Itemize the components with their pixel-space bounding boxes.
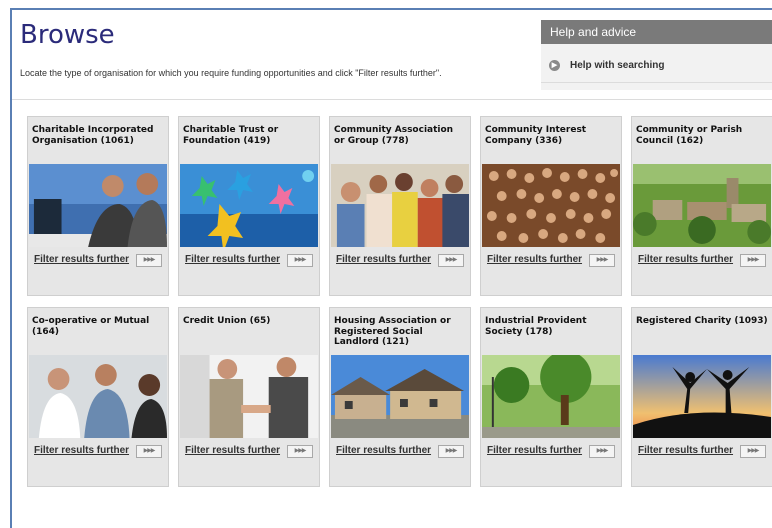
village-photo xyxy=(633,164,771,247)
card-title: Registered Charity (1093) xyxy=(636,316,768,326)
park-tree-photo xyxy=(482,355,620,438)
filter-results-further-link[interactable]: Filter results further xyxy=(336,445,431,456)
card-title: Community Association or Group (778) xyxy=(334,125,454,146)
card-community-or-parish-council: Community or Parish Council (162) Filter… xyxy=(631,116,772,296)
card-community-association-or-group: Community Association or Group (778) Fil… xyxy=(329,116,471,296)
filter-arrow-button[interactable]: ▶▶▶ xyxy=(589,445,615,458)
card-co-operative-or-mutual: Co-operative or Mutual (164) Filter resu… xyxy=(27,307,169,487)
help-with-searching-link[interactable]: ▶ Help with searching xyxy=(541,48,772,83)
page-title: Browse xyxy=(20,20,115,50)
filter-results-further-link[interactable]: Filter results further xyxy=(34,254,129,265)
handshake-photo xyxy=(180,355,318,438)
card-title: Community Interest Company (336) xyxy=(485,125,587,146)
card-registered-charity: Registered Charity (1093) Filter results… xyxy=(631,307,772,487)
crowd-photo xyxy=(482,164,620,247)
filter-arrow-button[interactable]: ▶▶▶ xyxy=(438,254,464,267)
card-title: Community or Parish Council (162) xyxy=(636,125,743,146)
filter-results-further-link[interactable]: Filter results further xyxy=(185,445,280,456)
help-panel: Help and advice ▶ Help with searching xyxy=(541,20,772,90)
silhouettes-photo xyxy=(633,355,771,438)
card-title: Housing Association or Registered Social… xyxy=(334,316,451,347)
group-people-photo xyxy=(331,164,469,247)
filter-arrow-button[interactable]: ▶▶▶ xyxy=(136,445,162,458)
filter-arrow-button[interactable]: ▶▶▶ xyxy=(740,445,766,458)
card-title: Industrial Provident Society (178) xyxy=(485,316,587,337)
arrow-right-icon: ▶ xyxy=(549,59,560,71)
page-description: Locate the type of organisation for whic… xyxy=(20,68,442,78)
card-credit-union: Credit Union (65) Filter results further… xyxy=(178,307,320,487)
card-community-interest-company: Community Interest Company (336) Filter … xyxy=(480,116,622,296)
filter-arrow-button[interactable]: ▶▶▶ xyxy=(287,445,313,458)
help-link-label: Help with searching xyxy=(570,59,665,71)
card-charitable-trust-or-foundation: Charitable Trust or Foundation (419) Fil… xyxy=(178,116,320,296)
card-title: Co-operative or Mutual (164) xyxy=(32,316,150,337)
office-meeting-photo xyxy=(29,164,167,247)
card-industrial-provident-society: Industrial Provident Society (178) Filte… xyxy=(480,307,622,487)
filter-results-further-link[interactable]: Filter results further xyxy=(638,445,733,456)
filter-results-further-link[interactable]: Filter results further xyxy=(185,254,280,265)
card-title: Credit Union (65) xyxy=(183,316,271,326)
filter-results-further-link[interactable]: Filter results further xyxy=(34,445,129,456)
paper-figures-photo xyxy=(180,164,318,247)
filter-arrow-button[interactable]: ▶▶▶ xyxy=(438,445,464,458)
card-charitable-incorporated-organisation: Charitable Incorporated Organisation (10… xyxy=(27,116,169,296)
filter-results-further-link[interactable]: Filter results further xyxy=(336,254,431,265)
header-divider xyxy=(12,99,772,100)
business-team-photo xyxy=(29,355,167,438)
filter-results-further-link[interactable]: Filter results further xyxy=(638,254,733,265)
filter-arrow-button[interactable]: ▶▶▶ xyxy=(589,254,615,267)
filter-arrow-button[interactable]: ▶▶▶ xyxy=(136,254,162,267)
filter-arrow-button[interactable]: ▶▶▶ xyxy=(740,254,766,267)
help-panel-heading: Help and advice xyxy=(541,20,772,44)
filter-results-further-link[interactable]: Filter results further xyxy=(487,445,582,456)
filter-results-further-link[interactable]: Filter results further xyxy=(487,254,582,265)
card-title: Charitable Trust or Foundation (419) xyxy=(183,125,279,146)
filter-arrow-button[interactable]: ▶▶▶ xyxy=(287,254,313,267)
houses-photo xyxy=(331,355,469,438)
card-housing-association: Housing Association or Registered Social… xyxy=(329,307,471,487)
card-title: Charitable Incorporated Organisation (10… xyxy=(32,125,154,146)
